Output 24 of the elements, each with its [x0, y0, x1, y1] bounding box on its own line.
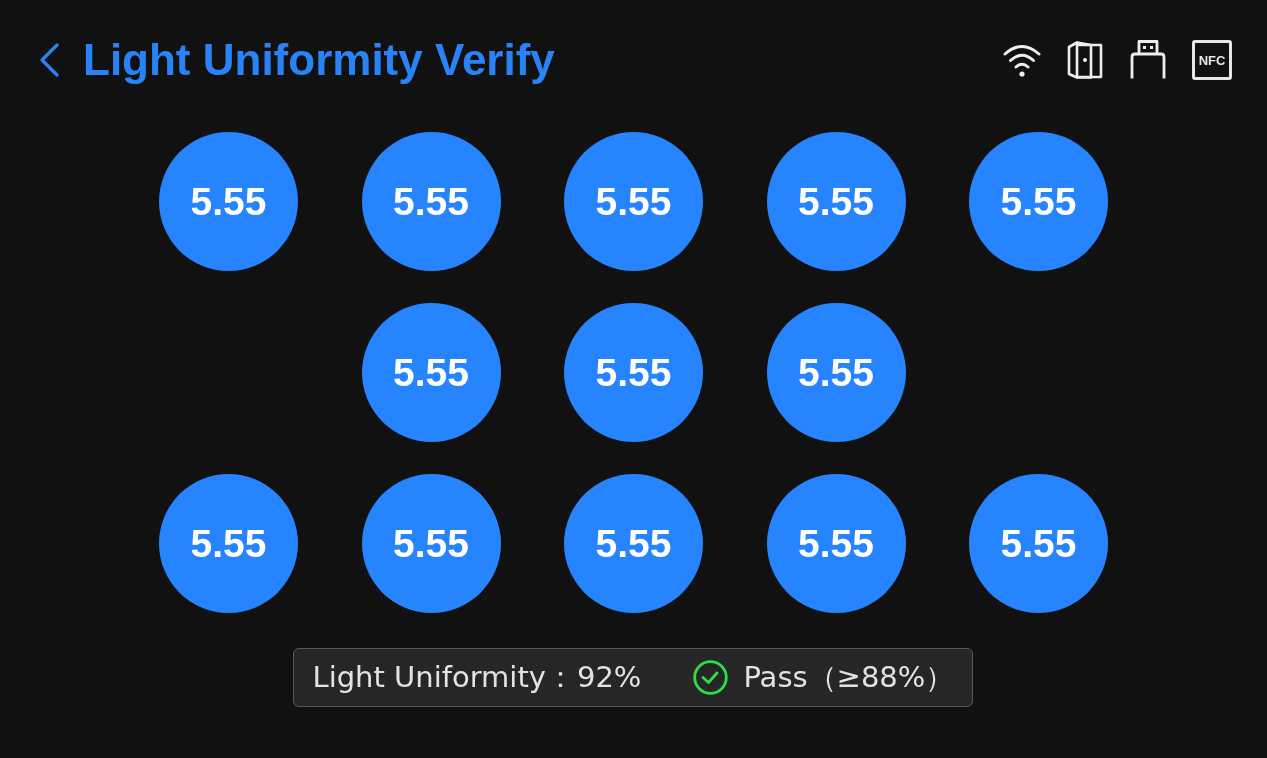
check-circle-icon	[693, 660, 729, 695]
usb-icon	[1130, 40, 1166, 80]
measurement-point: 5.55	[969, 132, 1108, 271]
measurement-point: 5.55	[564, 474, 703, 613]
measurement-point: 5.55	[766, 132, 906, 271]
status-text: Pass（≥88%）	[743, 663, 955, 692]
measurement-point: 5.55	[969, 474, 1108, 613]
measurement-point: 5.55	[159, 474, 298, 613]
measurement-point: 5.55	[159, 132, 298, 271]
measurement-point: 5.55	[361, 132, 501, 271]
measurement-point: 5.55	[361, 474, 501, 613]
uniformity-label: Light Uniformity：	[312, 663, 575, 692]
back-chevron-icon	[38, 43, 60, 77]
measurement-point: 5.55	[766, 303, 906, 442]
nfc-indicator: NFC	[1192, 40, 1232, 80]
page-title: Light Uniformity Verify	[83, 38, 555, 82]
uniformity-value: 92%	[576, 663, 642, 692]
measurement-point: 5.55	[564, 132, 703, 271]
measurement-point: 5.55	[564, 303, 703, 442]
wifi-icon	[1003, 43, 1041, 77]
measurement-point: 5.55	[766, 474, 906, 613]
door-icon	[1067, 41, 1104, 79]
measurement-point: 5.55	[361, 303, 501, 442]
back-button[interactable]	[38, 43, 60, 77]
